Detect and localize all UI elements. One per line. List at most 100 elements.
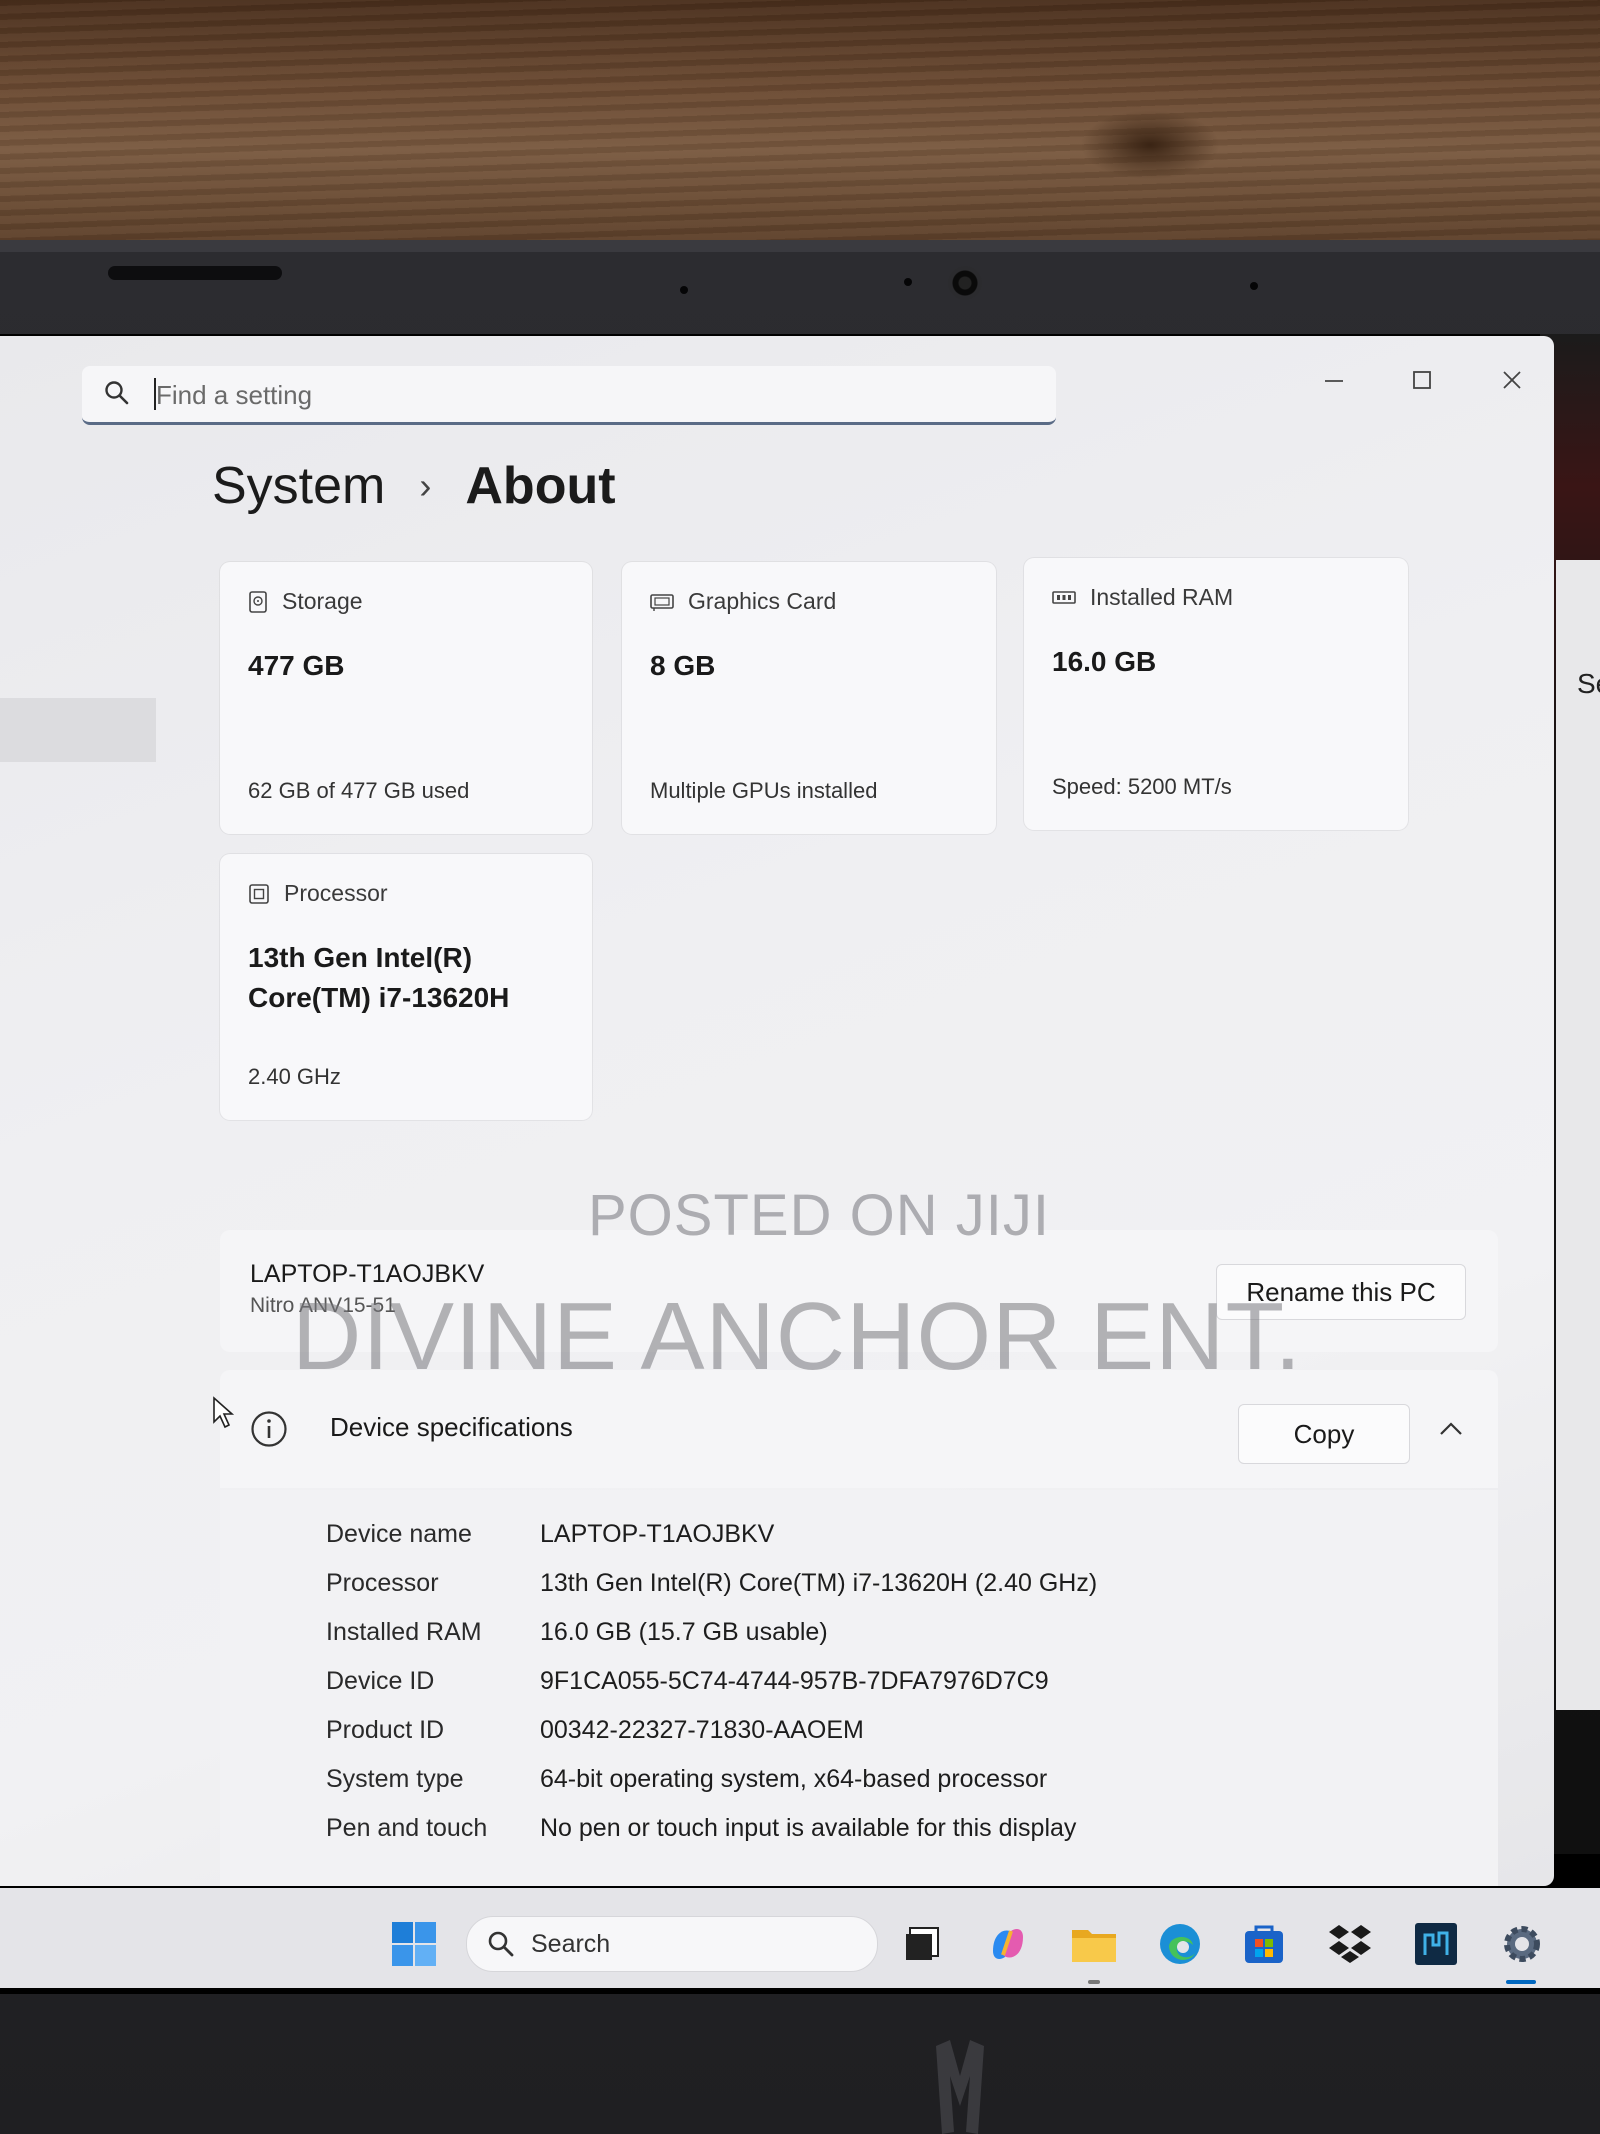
storage-card[interactable]: Storage 477 GB 62 GB of 477 GB used: [220, 562, 592, 834]
spec-key: Device name: [326, 1520, 472, 1548]
breadcrumb-system-link[interactable]: System: [212, 456, 385, 516]
spec-row: Installed RAM 16.0 GB (15.7 GB usable): [326, 1608, 1097, 1657]
chevron-right-icon: ›: [419, 465, 432, 506]
wood-knot: [1080, 110, 1220, 180]
sensor-dot: [680, 286, 688, 294]
spec-value: 9F1CA055-5C74-4744-957B-7DFA7976D7C9: [540, 1667, 1049, 1695]
processor-icon: [249, 883, 269, 904]
app-icon: [1415, 1923, 1457, 1965]
processor-card[interactable]: Processor 13th Gen Intel(R) Core(TM) i7-…: [220, 854, 592, 1120]
close-icon: [1503, 371, 1521, 389]
dropbox-button[interactable]: [1324, 1918, 1376, 1970]
store-icon: [1245, 1925, 1283, 1963]
maximize-icon: [1413, 371, 1431, 389]
running-indicator: [1088, 1980, 1100, 1984]
spec-key: Device ID: [326, 1667, 435, 1695]
processor-value-line2: Core(TM) i7-13620H: [248, 982, 510, 1013]
watermark-divine-anchor: DIVINE ANCHOR ENT.: [292, 1283, 1303, 1390]
graphics-title: Graphics Card: [688, 588, 837, 614]
ram-title: Installed RAM: [1090, 584, 1234, 610]
file-explorer-button[interactable]: [1068, 1918, 1120, 1970]
graphics-card[interactable]: Graphics Card 8 GB Multiple GPUs install…: [622, 562, 996, 834]
background-window-fragment: [1556, 560, 1600, 1710]
spec-row: Processor 13th Gen Intel(R) Core(TM) i7-1…: [326, 1559, 1097, 1608]
spec-value: 13th Gen Intel(R) Core(TM) i7-13620H (2.…: [540, 1569, 1098, 1597]
maximize-button[interactable]: [1392, 356, 1452, 404]
search-icon: [488, 1931, 514, 1957]
graphics-card-icon: [650, 593, 674, 611]
file-explorer-icon: [1072, 1930, 1116, 1962]
background-window-text: Se: [1577, 668, 1600, 699]
wooden-desk-background: [0, 0, 1600, 250]
storage-usage: 62 GB of 477 GB used: [248, 778, 470, 803]
edge-button[interactable]: [1154, 1918, 1206, 1970]
graphics-info: Multiple GPUs installed: [650, 778, 878, 803]
taskbar-search[interactable]: Search: [466, 1916, 878, 1972]
ram-value: 16.0 GB: [1052, 646, 1157, 677]
edge-icon: [1160, 1924, 1200, 1964]
taskbar-search-label: Search: [531, 1930, 611, 1958]
spec-key: Installed RAM: [326, 1618, 482, 1646]
processor-value: 13th Gen Intel(R) Core(TM) i7-13620H: [248, 938, 509, 1018]
storage-value: 477 GB: [248, 650, 345, 681]
laptop-lid-edge: [0, 240, 1600, 252]
store-button[interactable]: [1238, 1918, 1290, 1970]
search-icon: [105, 381, 129, 405]
ram-icon: [1052, 590, 1076, 604]
copy-button[interactable]: Copy: [1238, 1404, 1410, 1464]
spec-key: Processor: [326, 1569, 439, 1597]
settings-icon: [1504, 1926, 1540, 1962]
chevron-up-icon[interactable]: [1438, 1420, 1464, 1438]
spec-value: 00342-22327-71830-AAOEM: [540, 1716, 864, 1744]
spec-value: 16.0 GB (15.7 GB usable): [540, 1618, 828, 1646]
minimize-button[interactable]: [1304, 356, 1364, 404]
storage-icon: [249, 590, 267, 613]
specs-table: Device name LAPTOP-T1AOJBKV Processor 13th …: [326, 1510, 1097, 1853]
copilot-button[interactable]: [982, 1918, 1034, 1970]
spec-key: Pen and touch: [326, 1814, 488, 1842]
windows-start-icon: [392, 1922, 436, 1966]
sensor-dot: [1250, 282, 1258, 290]
spec-key: Product ID: [326, 1716, 445, 1744]
search-input[interactable]: [154, 376, 1018, 414]
graphics-value: 8 GB: [650, 650, 716, 681]
start-button[interactable]: [388, 1918, 440, 1970]
spec-row: Pen and touch No pen or touch input is av…: [326, 1804, 1097, 1853]
device-specifications-body: Device name LAPTOP-T1AOJBKV Processor 13th …: [220, 1490, 1498, 1886]
webcam: [948, 266, 982, 300]
watermark-posted-on-jiji: POSTED ON JIJI: [588, 1183, 1050, 1248]
settings-window: System › About Storage 477 GB 62 GB of 4…: [0, 336, 1554, 1886]
processor-speed: 2.40 GHz: [248, 1064, 341, 1089]
spec-value: 64-bit operating system, x64-based proce…: [540, 1765, 1048, 1793]
text-caret: [154, 378, 156, 410]
active-app-indicator: [1506, 1980, 1536, 1984]
close-button[interactable]: [1482, 356, 1542, 404]
ram-card[interactable]: Installed RAM 16.0 GB Speed: 5200 MT/s: [1024, 558, 1408, 830]
bezel-slot: [108, 266, 282, 280]
task-view-icon: [906, 1927, 939, 1960]
settings-search-box[interactable]: [82, 366, 1056, 425]
spec-row: Product ID 00342-22327-71830-AAOEM: [326, 1706, 1097, 1755]
mouse-cursor-icon: [213, 1396, 235, 1429]
ram-speed: Speed: 5200 MT/s: [1052, 774, 1232, 799]
task-view-button[interactable]: [896, 1918, 948, 1970]
spec-row: Device ID 9F1CA055-5C74-4744-957B-7DFA797…: [326, 1657, 1097, 1706]
device-specifications-title: Device specifications: [330, 1412, 573, 1442]
taskbar: Search: [0, 1888, 1600, 1988]
laptop-brand-logo: [936, 2040, 984, 2134]
spec-row: System type 64-bit operating system, x64-…: [326, 1755, 1097, 1804]
spec-value: No pen or touch input is available for t…: [540, 1814, 1077, 1842]
spec-row: Device name LAPTOP-T1AOJBKV: [326, 1510, 1097, 1559]
processor-value-line1: 13th Gen Intel(R): [248, 942, 473, 973]
minimize-icon: [1325, 380, 1343, 382]
breadcrumb: System › About: [212, 456, 616, 516]
sidebar-selected-item[interactable]: [0, 698, 156, 762]
dropbox-icon: [1329, 1925, 1371, 1963]
copilot-icon: [993, 1929, 1023, 1959]
storage-title: Storage: [282, 588, 363, 614]
spec-value: LAPTOP-T1AOJBKV: [540, 1520, 775, 1548]
settings-button[interactable]: [1496, 1918, 1548, 1970]
app-button[interactable]: [1410, 1918, 1462, 1970]
info-icon: [251, 1411, 287, 1447]
spec-key: System type: [326, 1765, 464, 1793]
